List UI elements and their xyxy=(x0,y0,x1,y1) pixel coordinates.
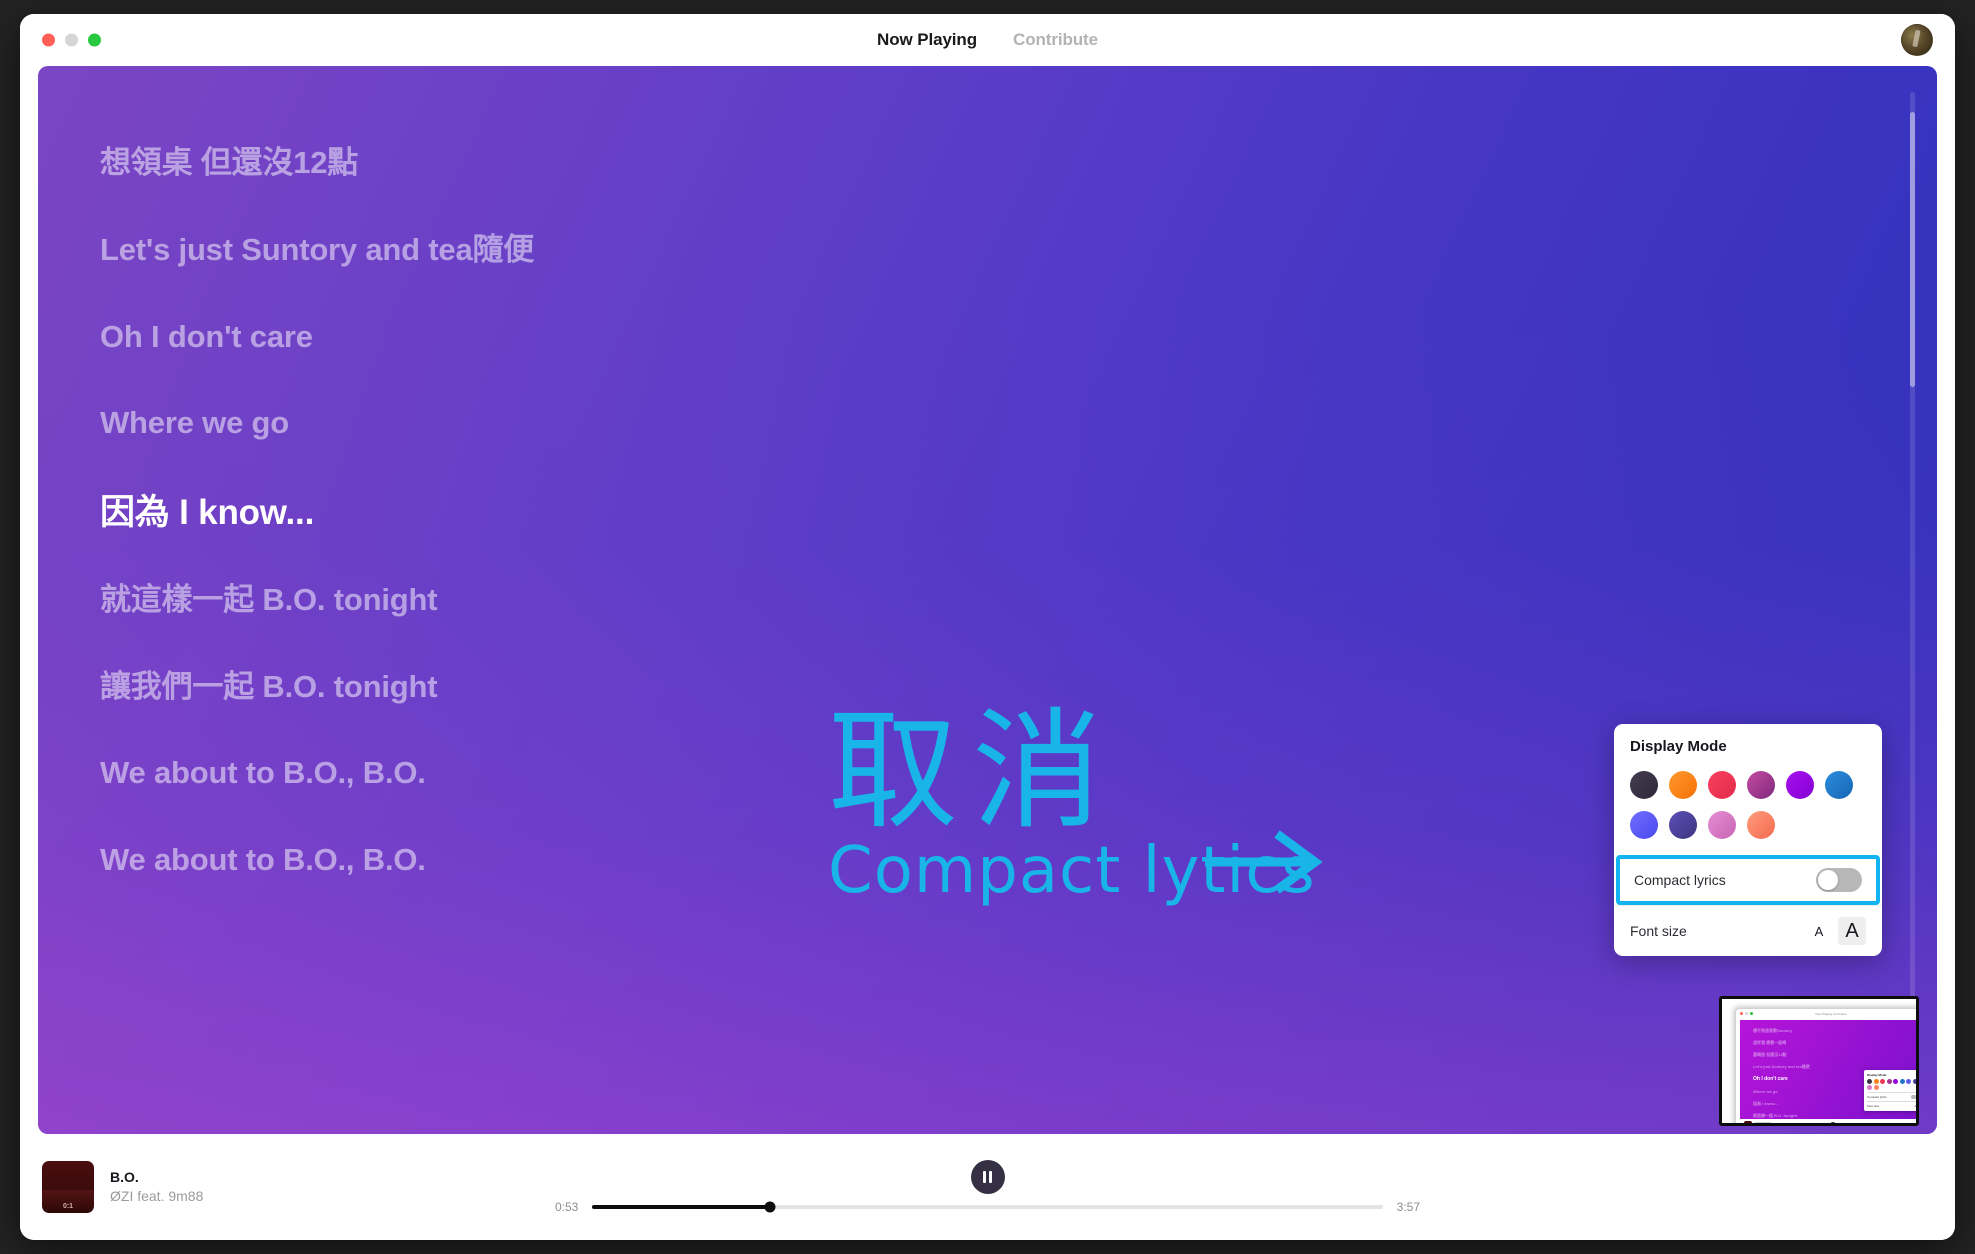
theme-swatch-deep-indigo[interactable] xyxy=(1669,811,1697,839)
lyric-line[interactable]: Let's just Suntory and tea隨便 xyxy=(100,231,1867,270)
track-artist: ØZI feat. 9m88 xyxy=(110,1188,204,1204)
lyric-line[interactable]: We about to B.O., B.O. xyxy=(100,841,1867,880)
thumbnail-lyric-line: 想不到這首歌Suntory xyxy=(1753,1028,1793,1033)
thumbnail-play-button xyxy=(1829,1121,1837,1123)
thumbnail-titlebar: Now Playing Contribute xyxy=(1736,1009,1916,1018)
theme-swatch-grid xyxy=(1614,755,1882,851)
titlebar: Now Playing Contribute xyxy=(20,14,1955,66)
thumbnail-swatch xyxy=(1873,1078,1879,1084)
thumbnail-preview[interactable]: Now Playing Contribute 想不到這首歌Suntory 這杯酒… xyxy=(1719,996,1919,1126)
lyric-line[interactable]: 讓我們一起 B.O. tonight xyxy=(100,668,1867,707)
thumbnail-compact-lyrics-label: Compact lyrics xyxy=(1867,1095,1887,1099)
tab-now-playing[interactable]: Now Playing xyxy=(877,30,977,50)
lyric-line[interactable]: Where we go xyxy=(100,404,1867,443)
avatar[interactable] xyxy=(1901,24,1933,56)
font-size-controls: A A xyxy=(1808,917,1866,945)
lyric-line[interactable]: Oh I don't care xyxy=(100,318,1867,357)
thumbnail-compact-lyrics-toggle xyxy=(1911,1095,1916,1099)
thumbnail-nav-tabs: Now Playing Contribute xyxy=(1815,1011,1847,1016)
lyrics-scrollbar-thumb[interactable] xyxy=(1910,112,1915,387)
font-size-row: Font size A A xyxy=(1614,905,1882,956)
theme-swatch-indigo-blue[interactable] xyxy=(1630,811,1658,839)
theme-swatch-coral[interactable] xyxy=(1747,811,1775,839)
theme-swatch-pink-lilac[interactable] xyxy=(1708,811,1736,839)
thumbnail-swatch xyxy=(1899,1078,1905,1084)
thumbnail-swatch xyxy=(1893,1078,1898,1084)
thumbnail-swatch xyxy=(1912,1078,1916,1084)
thumbnail-swatch-grid xyxy=(1867,1078,1916,1090)
display-mode-popover: Display Mode Compact lyrics Font size A … xyxy=(1614,724,1882,956)
thumbnail-lyric-line: Let's just Suntory and tea隨便 xyxy=(1753,1064,1810,1069)
thumbnail-track-meta xyxy=(1755,1122,1771,1123)
app-window: Now Playing Contribute 想領桌 但還沒12點 Let's … xyxy=(20,14,1955,1240)
thumbnail-swatch xyxy=(1880,1078,1885,1084)
elapsed-time: 0:53 xyxy=(555,1200,579,1214)
compact-lyrics-label: Compact lyrics xyxy=(1634,872,1726,888)
tab-contribute[interactable]: Contribute xyxy=(1013,30,1098,50)
font-size-large-button[interactable]: A xyxy=(1838,917,1866,945)
player-bar: B.O. ØZI feat. 9m88 0:53 3:57 xyxy=(20,1134,1955,1240)
display-mode-title: Display Mode xyxy=(1630,738,1727,755)
album-art xyxy=(42,1161,94,1213)
thumbnail-swatch xyxy=(1886,1078,1892,1084)
thumbnail-swatch xyxy=(1867,1078,1872,1084)
lyrics-list: 想領桌 但還沒12點 Let's just Suntory and tea隨便 … xyxy=(38,66,1937,1134)
lyrics-stage: 想領桌 但還沒12點 Let's just Suntory and tea隨便 … xyxy=(38,66,1937,1134)
font-size-label: Font size xyxy=(1630,923,1687,939)
thumbnail-lyric-line: 還喝過 但還沒12點 xyxy=(1753,1052,1787,1057)
seek-handle[interactable] xyxy=(764,1201,776,1213)
now-playing-meta: B.O. ØZI feat. 9m88 xyxy=(110,1168,203,1206)
seek-bar-group: 0:53 3:57 xyxy=(555,1200,1420,1214)
thumbnail-lyric-line: 這杯酒 想看一起喝 xyxy=(1753,1040,1787,1045)
thumbnail-display-mode-popover: Display Mode Compact lyrics Font size A … xyxy=(1864,1069,1919,1111)
thumbnail-album-art xyxy=(1744,1121,1752,1123)
nav-tabs: Now Playing Contribute xyxy=(20,30,1955,50)
compact-lyrics-row[interactable]: Compact lyrics xyxy=(1616,855,1880,905)
thumbnail-font-size-row: Font size A A xyxy=(1867,1101,1919,1108)
pause-bar-right xyxy=(989,1171,992,1183)
theme-swatch-orange[interactable] xyxy=(1669,771,1697,799)
thumbnail-font-size-label: Font size xyxy=(1867,1104,1880,1108)
lyric-line[interactable]: 就這樣一起 B.O. tonight xyxy=(100,581,1867,620)
thumbnail-swatch xyxy=(1873,1085,1879,1090)
lyric-line-active[interactable]: 因為 I know... xyxy=(100,491,1867,535)
seek-slider[interactable] xyxy=(592,1201,1383,1213)
track-title: B.O. xyxy=(110,1169,139,1186)
lyrics-scrollbar[interactable] xyxy=(1910,92,1915,1108)
thumbnail-compact-lyrics-row: Compact lyrics xyxy=(1867,1092,1916,1099)
theme-swatch-dark-charcoal[interactable] xyxy=(1630,771,1658,799)
thumbnail-lyrics-stage: 想不到這首歌Suntory 這杯酒 想看一起喝 還喝過 但還沒12點 Let's… xyxy=(1740,1020,1919,1119)
theme-swatch-magenta-purple[interactable] xyxy=(1747,771,1775,799)
seek-progress-fill xyxy=(592,1205,771,1209)
lyric-line[interactable]: We about to B.O., B.O. xyxy=(100,754,1867,793)
thumbnail-font-size-controls: A A xyxy=(1914,1104,1919,1108)
toggle-knob xyxy=(1818,870,1838,890)
thumbnail-preview-window: Now Playing Contribute 想不到這首歌Suntory 這杯酒… xyxy=(1736,1009,1919,1123)
thumbnail-popover-title: Display Mode xyxy=(1867,1072,1887,1077)
theme-swatch-violet[interactable] xyxy=(1786,771,1814,799)
compact-lyrics-toggle[interactable] xyxy=(1816,868,1862,892)
thumbnail-lyric-line: 就這樣一起 B.O. tonight xyxy=(1753,1113,1797,1118)
duration-time: 3:57 xyxy=(1396,1200,1420,1214)
thumbnail-swatch xyxy=(1867,1085,1872,1090)
font-size-small-button[interactable]: A xyxy=(1808,920,1830,942)
theme-swatch-red-pink[interactable] xyxy=(1708,771,1736,799)
lyric-line[interactable]: 想領桌 但還沒12點 xyxy=(100,144,1867,183)
theme-swatch-ocean-blue[interactable] xyxy=(1825,771,1853,799)
thumbnail-swatch xyxy=(1906,1078,1911,1084)
pause-button[interactable] xyxy=(970,1160,1005,1194)
pause-bar-left xyxy=(983,1171,986,1183)
thumbnail-player-bar xyxy=(1740,1119,1916,1123)
